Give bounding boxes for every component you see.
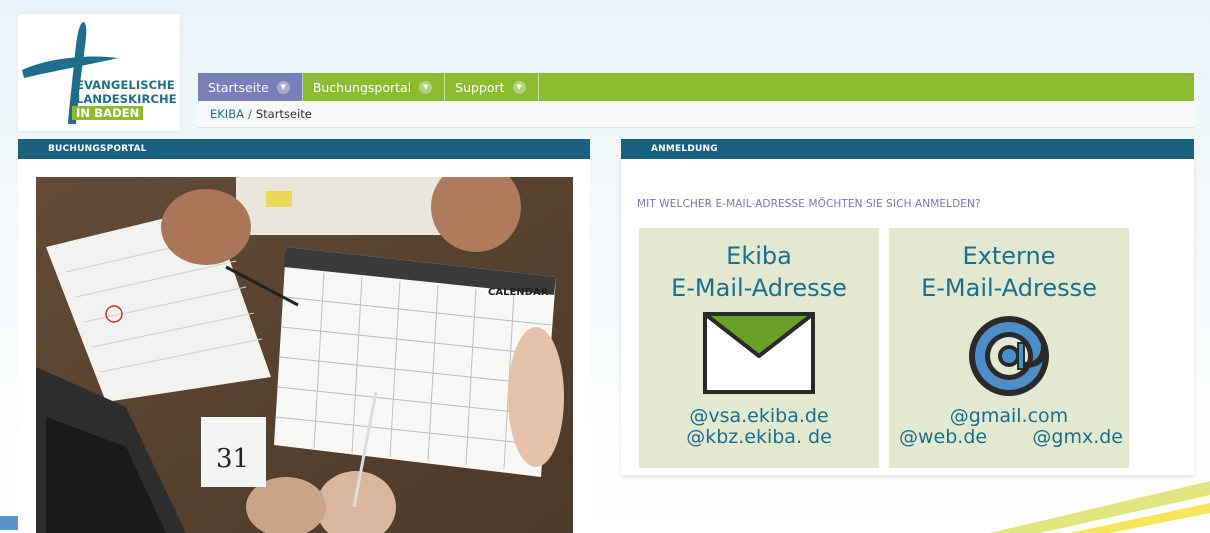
decorative-stub — [0, 516, 18, 530]
tile-domain-gmx: @gmx.de — [1032, 426, 1123, 448]
tile-title-line1: Externe — [962, 242, 1056, 270]
breadcrumb-separator: / — [247, 107, 252, 121]
login-question: MIT WELCHER E-MAIL-ADRESSE MÖCHTEN SIE S… — [637, 198, 981, 210]
at-sign-icon — [969, 316, 1049, 396]
breadcrumb-link-ekiba[interactable]: EKIBA — [210, 107, 244, 121]
breadcrumb-current: Startseite — [255, 107, 312, 121]
tile-domain-2: @kbz.ekiba. de — [686, 426, 832, 448]
anmeldung-panel-header: ANMELDUNG — [621, 139, 1194, 159]
chevron-down-icon: ▼ — [512, 80, 526, 94]
tile-domain-web: @web.de — [899, 426, 988, 448]
logo-line-3: IN BADEN — [72, 106, 144, 120]
anmeldung-panel: MIT WELCHER E-MAIL-ADRESSE MÖCHTEN SIE S… — [621, 159, 1194, 475]
tile-domain-1: @gmail.com — [949, 405, 1069, 427]
svg-text:31: 31 — [216, 444, 249, 474]
nav-item-startseite[interactable]: Startseite ▼ — [198, 73, 303, 101]
main-nav: Startseite ▼ Buchungsportal ▼ Support ▼ — [198, 73, 1194, 101]
buchungsportal-panel: CALENDAR 31 — [18, 159, 590, 533]
decorative-swoosh — [990, 481, 1210, 533]
panel-title: BUCHUNGSPORTAL — [48, 144, 147, 154]
calendar-photo: CALENDAR 31 — [36, 177, 573, 533]
nav-item-label: Support — [455, 79, 505, 95]
tile-title-line2: E-Mail-Adresse — [921, 274, 1097, 302]
logo-line-2: LANDESKIRCHE — [76, 92, 177, 106]
nav-item-buchungsportal[interactable]: Buchungsportal ▼ — [303, 73, 446, 101]
logo-line-1: EVANGELISCHE — [76, 78, 175, 92]
nav-item-label: Startseite — [208, 79, 269, 95]
breadcrumb: EKIBA / Startseite — [198, 101, 1194, 128]
panel-title: ANMELDUNG — [651, 144, 718, 154]
nav-item-label: Buchungsportal — [312, 79, 412, 95]
chevron-down-icon: ▼ — [419, 80, 433, 94]
nav-item-support[interactable]: Support ▼ — [445, 73, 539, 101]
logo-text: EVANGELISCHE LANDESKIRCHE IN BADEN — [72, 78, 177, 120]
ekiba-email-login-tile[interactable]: Ekiba E-Mail-Adresse @vsa.ekiba.de @kbz.… — [639, 228, 879, 468]
buchungsportal-panel-header: BUCHUNGSPORTAL — [18, 139, 590, 159]
svg-text:CALENDAR: CALENDAR — [488, 287, 549, 298]
tile-domain-2: @web.de @gmx.de — [889, 427, 1129, 448]
calendar-desk-image: CALENDAR 31 — [36, 177, 573, 533]
logo[interactable]: EVANGELISCHE LANDESKIRCHE IN BADEN — [18, 14, 180, 131]
chevron-down-icon: ▼ — [276, 80, 290, 94]
tile-title-line1: Ekiba — [726, 242, 792, 270]
externe-email-login-tile[interactable]: Externe E-Mail-Adresse @gmail.com @web.d… — [889, 228, 1129, 468]
tile-domain-1: @vsa.ekiba.de — [689, 405, 829, 427]
envelope-icon — [703, 312, 815, 394]
tile-title-line2: E-Mail-Adresse — [671, 274, 847, 302]
